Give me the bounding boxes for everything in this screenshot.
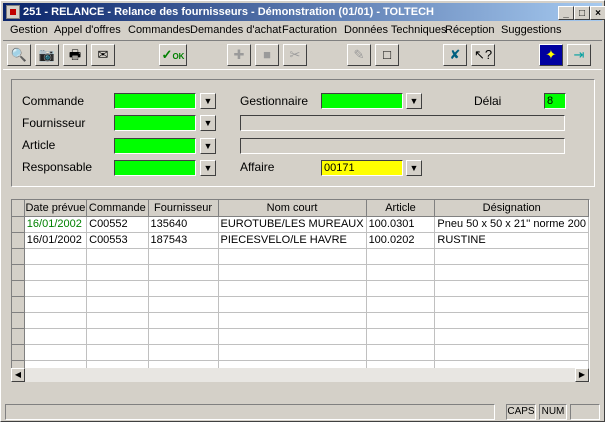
menu-donnees-techniques[interactable]: Données Techniques xyxy=(344,24,447,36)
fournisseur-dropdown-icon[interactable]: ▼ xyxy=(200,115,216,131)
filter-panel: Commande ▼ Fournisseur ▼ Article ▼ Respo… xyxy=(11,79,595,187)
ok-icon[interactable]: ✓OK xyxy=(159,44,187,66)
status-extra xyxy=(570,404,600,420)
empty-row[interactable] xyxy=(12,296,589,313)
cell-fournisseur[interactable]: 135640 xyxy=(148,216,219,233)
delai-field[interactable]: 8 xyxy=(544,93,566,109)
menu-bar: Gestion Appel d'offres Commandes Demande… xyxy=(3,22,602,39)
add-icon[interactable]: ✚ xyxy=(227,44,251,66)
empty-row[interactable] xyxy=(12,328,589,345)
affaire-field[interactable]: 00171 xyxy=(321,160,403,176)
responsable-field[interactable] xyxy=(114,160,196,176)
col-designation[interactable]: Désignation xyxy=(434,200,589,217)
horizontal-scrollbar[interactable]: ◀ ▶ xyxy=(11,368,589,382)
empty-row[interactable] xyxy=(12,248,589,265)
cell-nom-court[interactable]: PIECESVELO/LE HAVRE xyxy=(218,232,367,249)
camera-icon[interactable]: 📷 xyxy=(35,44,59,66)
article-label: Article xyxy=(22,138,56,152)
empty-row[interactable] xyxy=(12,280,589,297)
col-article[interactable]: Article xyxy=(366,200,436,217)
help-icon[interactable]: ↖? xyxy=(471,44,495,66)
empty-row[interactable] xyxy=(12,312,589,329)
fournisseur-name-field xyxy=(240,115,565,131)
menu-demandes-achat[interactable]: Demandes d'achat xyxy=(190,24,281,36)
stop-icon[interactable]: ■ xyxy=(255,44,279,66)
app-window: 251 - RELANCE - Relance des fournisseurs… xyxy=(0,0,605,422)
status-message xyxy=(5,404,495,420)
new-icon[interactable]: □ xyxy=(375,44,399,66)
caps-indicator: CAPS xyxy=(506,404,536,420)
print-icon[interactable]: 🖶 xyxy=(63,44,87,66)
title-bar: 251 - RELANCE - Relance des fournisseurs… xyxy=(3,3,605,21)
app-icon xyxy=(6,5,20,19)
article-field[interactable] xyxy=(114,138,196,154)
menu-gestion[interactable]: Gestion xyxy=(10,24,48,36)
article-dropdown-icon[interactable]: ▼ xyxy=(200,138,216,154)
results-table: Date prévue Commande Fournisseur Nom cou… xyxy=(12,200,589,377)
edit-icon[interactable]: ✎ xyxy=(347,44,371,66)
responsable-label: Responsable xyxy=(22,160,93,174)
commande-dropdown-icon[interactable]: ▼ xyxy=(200,93,216,109)
menu-suggestions[interactable]: Suggestions xyxy=(501,24,562,36)
close-button[interactable]: × xyxy=(590,6,605,20)
cell-nom-court[interactable]: EUROTUBE/LES MUREAUX xyxy=(218,216,367,233)
menu-appel-offres[interactable]: Appel d'offres xyxy=(54,24,121,36)
responsable-dropdown-icon[interactable]: ▼ xyxy=(200,160,216,176)
mail-icon[interactable]: ✉ xyxy=(91,44,115,66)
cell-article[interactable]: 100.0301 xyxy=(366,216,436,233)
col-date-prevue[interactable]: Date prévue xyxy=(24,200,88,217)
cell-designation[interactable]: Pneu 50 x 50 x 21'' norme 200 xyxy=(434,216,589,233)
cell-commande[interactable]: C00553 xyxy=(86,232,149,249)
gestionnaire-dropdown-icon[interactable]: ▼ xyxy=(406,93,422,109)
exit-icon[interactable]: ⇥ xyxy=(567,44,591,66)
article-name-field xyxy=(240,138,565,154)
minimize-button[interactable]: _ xyxy=(558,6,574,20)
gestionnaire-label: Gestionnaire xyxy=(240,94,309,108)
cell-designation[interactable]: RUSTINE xyxy=(434,232,589,249)
cut-icon[interactable]: ✂ xyxy=(283,44,307,66)
table-row[interactable]: 16/01/2002 C00552 135640 EUROTUBE/LES MU… xyxy=(12,216,589,233)
window-title: 251 - RELANCE - Relance des fournisseurs… xyxy=(23,6,434,18)
maximize-button[interactable]: □ xyxy=(574,6,590,20)
cell-date[interactable]: 16/01/2002 xyxy=(24,232,88,249)
empty-row[interactable] xyxy=(12,344,589,361)
affaire-dropdown-icon[interactable]: ▼ xyxy=(406,160,422,176)
tools-icon[interactable]: ✘ xyxy=(443,44,467,66)
preview-icon[interactable]: 🔍 xyxy=(7,44,31,66)
scroll-left-icon[interactable]: ◀ xyxy=(11,368,25,382)
scene-icon[interactable]: ✦ xyxy=(539,44,563,66)
delai-label: Délai xyxy=(474,94,502,108)
num-indicator: NUM xyxy=(539,404,567,420)
fournisseur-label: Fournisseur xyxy=(22,116,86,130)
cell-date[interactable]: 16/01/2002 xyxy=(24,216,88,233)
row-header[interactable] xyxy=(12,216,25,233)
gestionnaire-field[interactable] xyxy=(321,93,403,109)
menu-commandes[interactable]: Commandes xyxy=(128,24,190,36)
commande-field[interactable] xyxy=(114,93,196,109)
scroll-right-icon[interactable]: ▶ xyxy=(575,368,589,382)
results-grid: Date prévue Commande Fournisseur Nom cou… xyxy=(11,199,590,382)
affaire-label: Affaire xyxy=(240,160,275,174)
col-nom-court[interactable]: Nom court xyxy=(218,200,367,217)
row-header[interactable] xyxy=(12,232,25,249)
menu-facturation[interactable]: Facturation xyxy=(282,24,337,36)
empty-row[interactable] xyxy=(12,264,589,281)
col-commande[interactable]: Commande xyxy=(86,200,149,217)
cell-fournisseur[interactable]: 187543 xyxy=(148,232,219,249)
header-row: Date prévue Commande Fournisseur Nom cou… xyxy=(12,200,589,217)
corner-cell xyxy=(12,200,25,217)
commande-label: Commande xyxy=(22,94,85,108)
status-bar: CAPS NUM xyxy=(3,403,602,421)
cell-commande[interactable]: C00552 xyxy=(86,216,149,233)
menu-reception[interactable]: Réception xyxy=(445,24,495,36)
col-fournisseur[interactable]: Fournisseur xyxy=(148,200,219,217)
table-row[interactable]: 16/01/2002 C00553 187543 PIECESVELO/LE H… xyxy=(12,232,589,249)
fournisseur-field[interactable] xyxy=(114,115,196,131)
toolbar: 🔍 📷 🖶 ✉ ✓OK ✚ ■ ✂ ✎ □ ✘ ↖? ✦ ⇥ xyxy=(3,40,602,70)
cell-article[interactable]: 100.0202 xyxy=(366,232,436,249)
